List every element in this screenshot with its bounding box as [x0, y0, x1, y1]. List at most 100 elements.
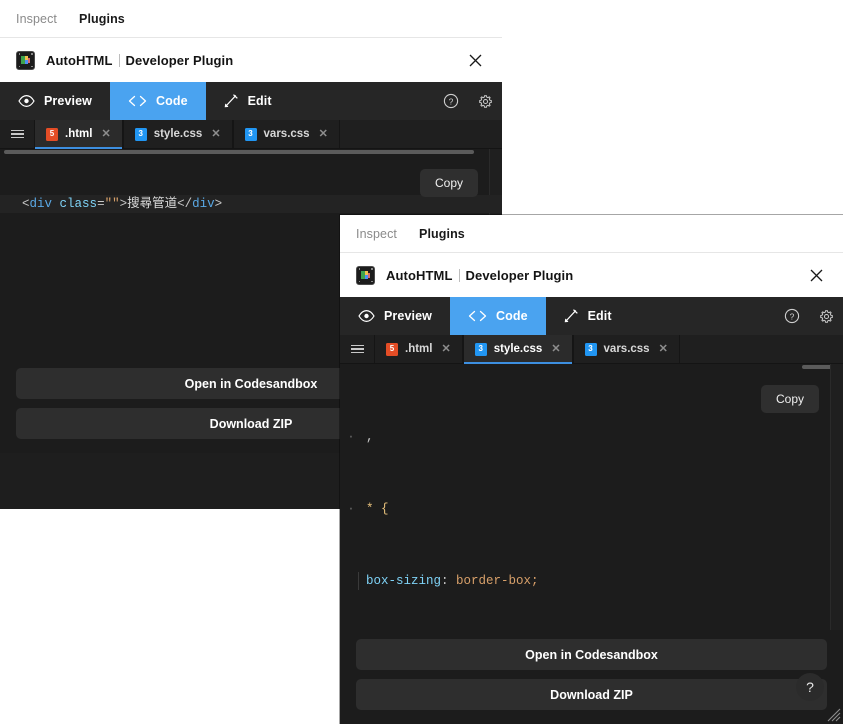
code-line: <div class="">搜尋管道</div> [0, 195, 502, 213]
indent-guide [358, 428, 359, 446]
svg-text:?: ? [790, 311, 795, 321]
css3-badge-icon: 3 [474, 342, 487, 356]
token-lt: < [22, 197, 30, 211]
code-line-html: <div class="">搜尋管道</div> [22, 195, 502, 213]
css3-badge-icon: 3 [244, 127, 257, 141]
hamburger-menu-icon[interactable] [0, 120, 34, 148]
plugin-title-main: AutoHTML [386, 268, 453, 283]
autohtml-logo-icon [356, 265, 375, 285]
token-text: 搜尋管道 [127, 197, 178, 211]
mode-preview-label: Preview [384, 309, 432, 323]
download-zip-button[interactable]: Download ZIP [356, 679, 827, 710]
mode-toolbar-spacer [290, 82, 434, 120]
help-circle-icon[interactable]: ? [434, 82, 468, 120]
code-line: box-sizing: border-box; [340, 572, 843, 590]
svg-text:?: ? [449, 96, 454, 106]
close-icon[interactable] [803, 262, 829, 288]
file-tab-close-icon[interactable]: ✕ [441, 343, 450, 355]
code-brackets-icon [128, 95, 147, 107]
css3-badge-icon: 3 [584, 342, 597, 356]
title-separator [458, 269, 460, 282]
file-tab-close-icon[interactable]: ✕ [211, 128, 220, 140]
mode-toolbar-spacer [630, 297, 775, 335]
html5-badge-icon: 5 [46, 127, 58, 141]
mode-toolbar: Preview Code Edit ? [340, 297, 843, 335]
mode-edit-label: Edit [587, 309, 612, 323]
gear-icon[interactable] [809, 297, 843, 335]
window-resize-handle[interactable] [825, 706, 841, 722]
pencil-icon [564, 309, 578, 323]
file-tab-close-icon[interactable]: ✕ [101, 128, 110, 140]
file-tab-bar: 5 .html ✕ 3 style.css ✕ 3 vars.css ✕ [0, 120, 502, 149]
title-separator [118, 54, 120, 67]
mode-edit-button[interactable]: Edit [206, 82, 290, 120]
plugin-title: AutoHTML Developer Plugin [46, 52, 233, 68]
plugin-title-bar: AutoHTML Developer Plugin [0, 38, 502, 82]
help-fab-button[interactable]: ? [796, 673, 824, 701]
html5-badge-icon: 5 [386, 342, 398, 356]
file-tab-close-icon[interactable]: ✕ [551, 343, 560, 355]
close-icon[interactable] [462, 47, 488, 73]
close-glyph [469, 54, 481, 66]
token-attr: class [59, 197, 98, 211]
mode-code-button[interactable]: Code [109, 82, 206, 120]
code-text: , [366, 430, 374, 444]
code-text: * { [366, 502, 389, 516]
token-tag: div [29, 197, 53, 211]
hamburger-menu-icon[interactable] [340, 335, 374, 363]
pencil-icon [224, 94, 238, 108]
token-gt2: > [214, 197, 223, 211]
file-tab-style-css[interactable]: 3 style.css ✕ [122, 120, 233, 148]
file-tab-vars-css[interactable]: 3 vars.css ✕ [232, 120, 340, 148]
fold-marker[interactable]: · [344, 500, 358, 518]
open-in-codesandbox-button[interactable]: Open in Codesandbox [356, 639, 827, 670]
gear-glyph [819, 309, 833, 323]
code-editor[interactable]: · , · * { box-sizing: border-box; Copy [340, 364, 843, 630]
browser-tab-strip: Inspect Plugins [0, 0, 502, 38]
plugin-title-sub: Developer Plugin [125, 53, 234, 68]
plugin-title: AutoHTML Developer Plugin [386, 267, 573, 283]
mode-preview-button[interactable]: Preview [0, 82, 110, 120]
browser-tab-inspect[interactable]: Inspect [16, 12, 57, 26]
file-tab-style-css[interactable]: 3 style.css ✕ [462, 335, 573, 364]
copy-button[interactable]: Copy [419, 169, 478, 197]
file-tab-close-icon[interactable]: ✕ [659, 343, 668, 355]
indent-guide [358, 572, 359, 590]
file-tab-html[interactable]: 5 .html ✕ [374, 335, 463, 363]
file-tab-close-icon[interactable]: ✕ [319, 128, 328, 140]
browser-tab-plugins[interactable]: Plugins [79, 12, 125, 26]
close-glyph [810, 269, 822, 281]
file-tab-vars-label: vars.css [263, 128, 310, 140]
file-tab-html-label: .html [405, 343, 433, 355]
fold-marker[interactable]: · [344, 428, 358, 446]
resize-grip-icon [827, 708, 841, 722]
file-tab-vars-label: vars.css [603, 343, 650, 355]
file-tab-style-label: style.css [153, 128, 203, 140]
plugin-title-sub: Developer Plugin [465, 268, 574, 283]
code-brackets-icon [468, 310, 487, 322]
help-glyph: ? [443, 93, 459, 109]
autohtml-logo-icon [16, 50, 35, 70]
token-eq: = [97, 197, 105, 211]
help-circle-icon[interactable]: ? [775, 297, 809, 335]
mode-edit-label: Edit [247, 94, 272, 108]
screen: Inspect Plugins AutoHTML Developer Plugin [0, 0, 843, 724]
mode-code-label: Code [495, 309, 528, 323]
plugin-window-foreground: Inspect Plugins AutoHTML Developer Plugin [340, 215, 843, 724]
browser-tab-inspect[interactable]: Inspect [356, 227, 397, 241]
mode-preview-button[interactable]: Preview [340, 297, 450, 335]
copy-button[interactable]: Copy [760, 385, 819, 413]
file-tab-html-label: .html [65, 128, 93, 140]
gear-icon[interactable] [468, 82, 502, 120]
code-line: · , [340, 428, 843, 446]
file-tab-vars-css[interactable]: 3 vars.css ✕ [572, 335, 680, 363]
eye-icon [358, 310, 375, 322]
token-tag-close: div [192, 197, 215, 211]
indent-guide [358, 500, 359, 518]
mode-code-button[interactable]: Code [449, 297, 546, 335]
file-tab-html[interactable]: 5 .html ✕ [34, 120, 123, 149]
file-tab-bar: 5 .html ✕ 3 style.css ✕ 3 vars.css ✕ [340, 335, 843, 364]
mode-edit-button[interactable]: Edit [546, 297, 630, 335]
browser-tab-plugins[interactable]: Plugins [419, 227, 465, 241]
